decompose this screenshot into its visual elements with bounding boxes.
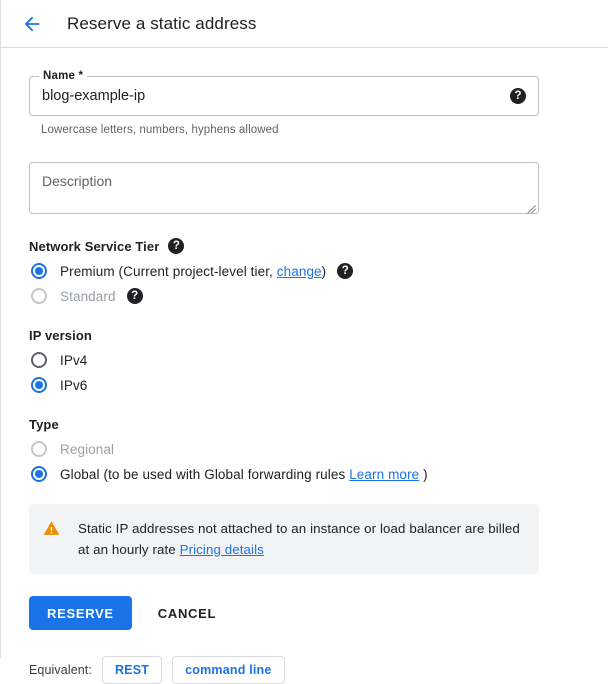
name-input[interactable]: blog-example-ip <box>42 88 510 104</box>
radio-ipv4-control[interactable] <box>31 352 47 368</box>
reserve-static-address-panel: Reserve a static address Name * blog-exa… <box>0 0 608 658</box>
network-service-tier-title: Network Service Tier ? <box>29 238 580 254</box>
radio-regional: Regional <box>29 441 580 457</box>
equivalent-rest-button[interactable]: REST <box>102 656 162 684</box>
pricing-warning-text: Static IP addresses not attached to an i… <box>78 518 523 560</box>
ip-version-section: IP version IPv4 IPv6 <box>29 328 580 393</box>
radio-ipv6-control[interactable] <box>31 377 47 393</box>
radio-ipv4-label: IPv4 <box>60 353 87 368</box>
learn-more-link[interactable]: Learn more <box>349 467 419 482</box>
radio-global-label: Global (to be used with Global forwardin… <box>60 467 428 482</box>
resize-handle-icon[interactable] <box>526 201 536 211</box>
name-help-icon[interactable]: ? <box>510 88 526 104</box>
reserve-button[interactable]: RESERVE <box>29 596 132 630</box>
network-service-tier-label: Network Service Tier <box>29 239 159 254</box>
type-title: Type <box>29 417 580 432</box>
radio-premium-control[interactable] <box>31 263 47 279</box>
equivalent-command-line-button[interactable]: command line <box>172 656 284 684</box>
radio-premium-text: Premium (Current project-level tier, <box>60 264 277 279</box>
network-service-tier-help-icon[interactable]: ? <box>168 238 184 254</box>
form-body: Name * blog-example-ip ? Lowercase lette… <box>1 48 608 684</box>
equivalent-label: Equivalent: <box>29 663 92 677</box>
name-field-hint: Lowercase letters, numbers, hyphens allo… <box>41 124 580 136</box>
pricing-details-link[interactable]: Pricing details <box>180 542 264 557</box>
description-field[interactable]: Description <box>29 162 539 214</box>
radio-ipv6[interactable]: IPv6 <box>29 377 580 393</box>
radio-global-text-after: ) <box>419 467 427 482</box>
ip-version-title: IP version <box>29 328 580 343</box>
back-button[interactable] <box>15 7 49 41</box>
radio-global-text: Global (to be used with Global forwardin… <box>60 467 349 482</box>
warning-triangle-icon <box>43 520 60 542</box>
panel-header: Reserve a static address <box>1 0 608 48</box>
page-title: Reserve a static address <box>67 14 256 34</box>
radio-premium-label: Premium (Current project-level tier, cha… <box>60 264 326 279</box>
radio-global[interactable]: Global (to be used with Global forwardin… <box>29 466 580 482</box>
action-buttons: RESERVE CANCEL <box>29 596 580 630</box>
premium-help-icon[interactable]: ? <box>337 263 353 279</box>
radio-ipv4[interactable]: IPv4 <box>29 352 580 368</box>
network-service-tier-section: Network Service Tier ? Premium (Current … <box>29 238 580 304</box>
arrow-back-icon <box>21 13 43 35</box>
pricing-warning-message: Static IP addresses not attached to an i… <box>78 521 520 557</box>
radio-standard: Standard ? <box>29 288 580 304</box>
standard-help-icon[interactable]: ? <box>127 288 143 304</box>
radio-standard-label: Standard <box>60 289 116 304</box>
change-tier-link[interactable]: change <box>277 264 322 279</box>
radio-ipv6-label: IPv6 <box>60 378 87 393</box>
name-field[interactable]: Name * blog-example-ip ? <box>29 76 539 116</box>
description-placeholder: Description <box>42 173 112 189</box>
radio-regional-control <box>31 441 47 457</box>
equivalent-row: Equivalent: REST command line <box>29 656 580 684</box>
radio-premium[interactable]: Premium (Current project-level tier, cha… <box>29 263 580 279</box>
pricing-warning-banner: Static IP addresses not attached to an i… <box>29 504 539 574</box>
radio-standard-control <box>31 288 47 304</box>
name-field-label: Name * <box>39 69 87 83</box>
type-section: Type Regional Global (to be used with Gl… <box>29 417 580 482</box>
radio-premium-text-after: ) <box>322 264 327 279</box>
radio-regional-label: Regional <box>60 442 114 457</box>
radio-global-control[interactable] <box>31 466 47 482</box>
cancel-button[interactable]: CANCEL <box>142 596 232 630</box>
